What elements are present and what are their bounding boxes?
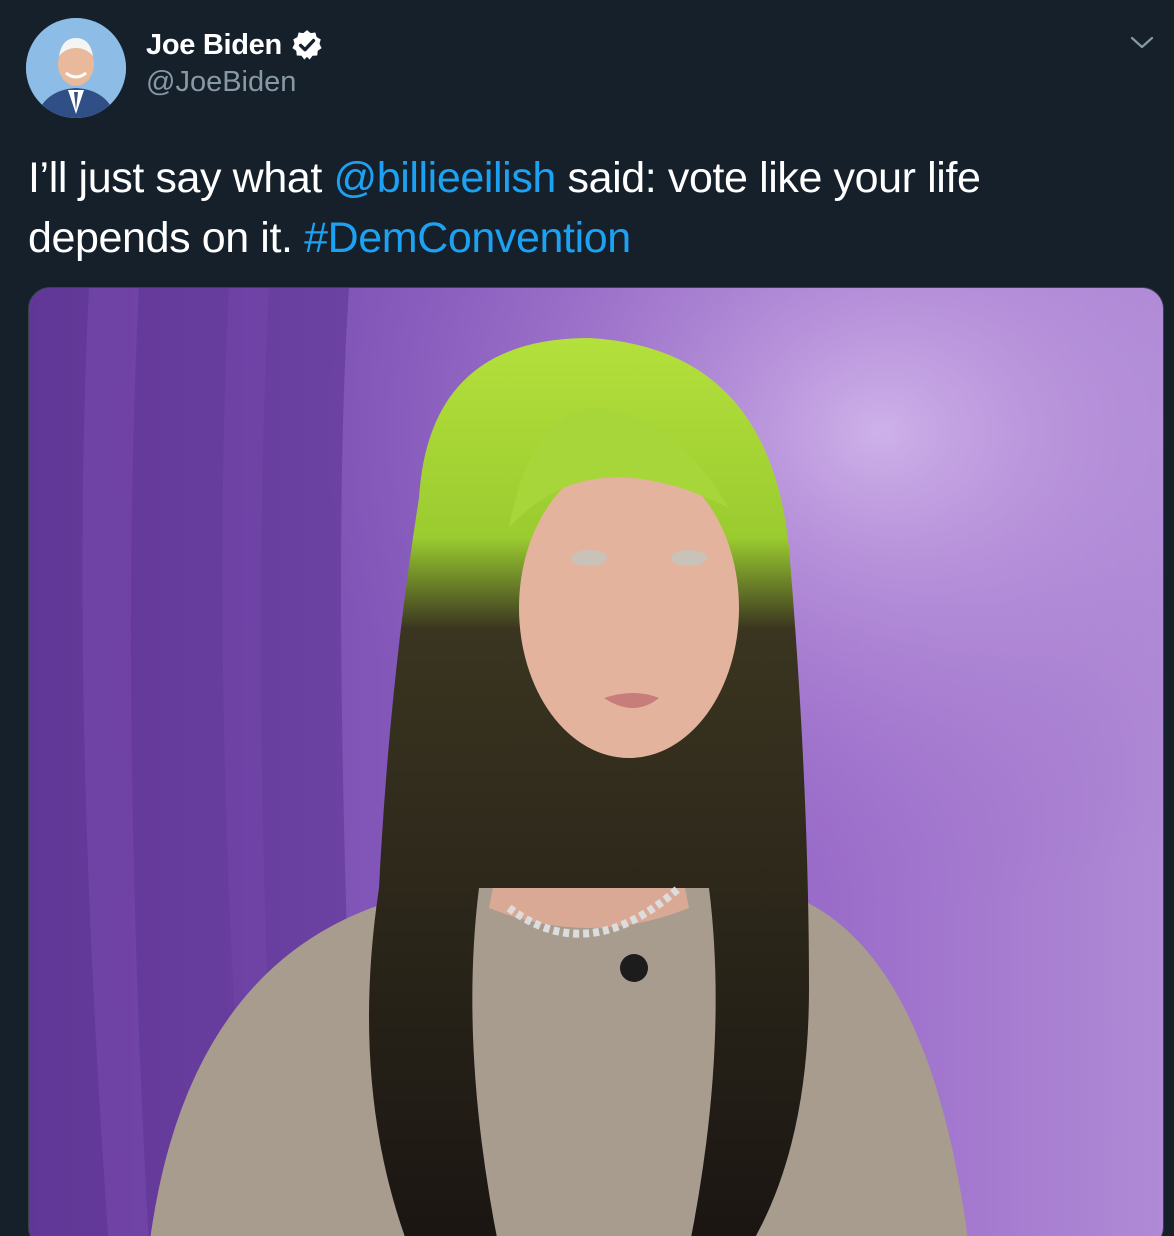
tweet: Joe Biden @JoeBiden I’ll just say what @…	[0, 0, 1174, 1236]
hashtag-link[interactable]: #DemConvention	[304, 214, 631, 262]
mention-link[interactable]: @billieeilish	[333, 154, 556, 202]
tweet-text: I’ll just say what @billieeilish said: v…	[28, 148, 1138, 268]
verified-badge-icon	[290, 28, 324, 62]
avatar-image	[26, 18, 126, 118]
tweet-text-start: I’ll just say what	[28, 154, 334, 202]
video-frame-image	[29, 288, 1163, 1236]
author-display-name[interactable]: Joe Biden	[146, 29, 282, 62]
chevron-down-icon	[1130, 36, 1154, 49]
more-options-button[interactable]	[1124, 30, 1160, 56]
author-handle[interactable]: @JoeBiden	[146, 66, 296, 99]
author-name-row: Joe Biden	[146, 28, 324, 62]
author-avatar[interactable]	[26, 18, 126, 118]
tweet-media-video[interactable]	[28, 287, 1164, 1236]
